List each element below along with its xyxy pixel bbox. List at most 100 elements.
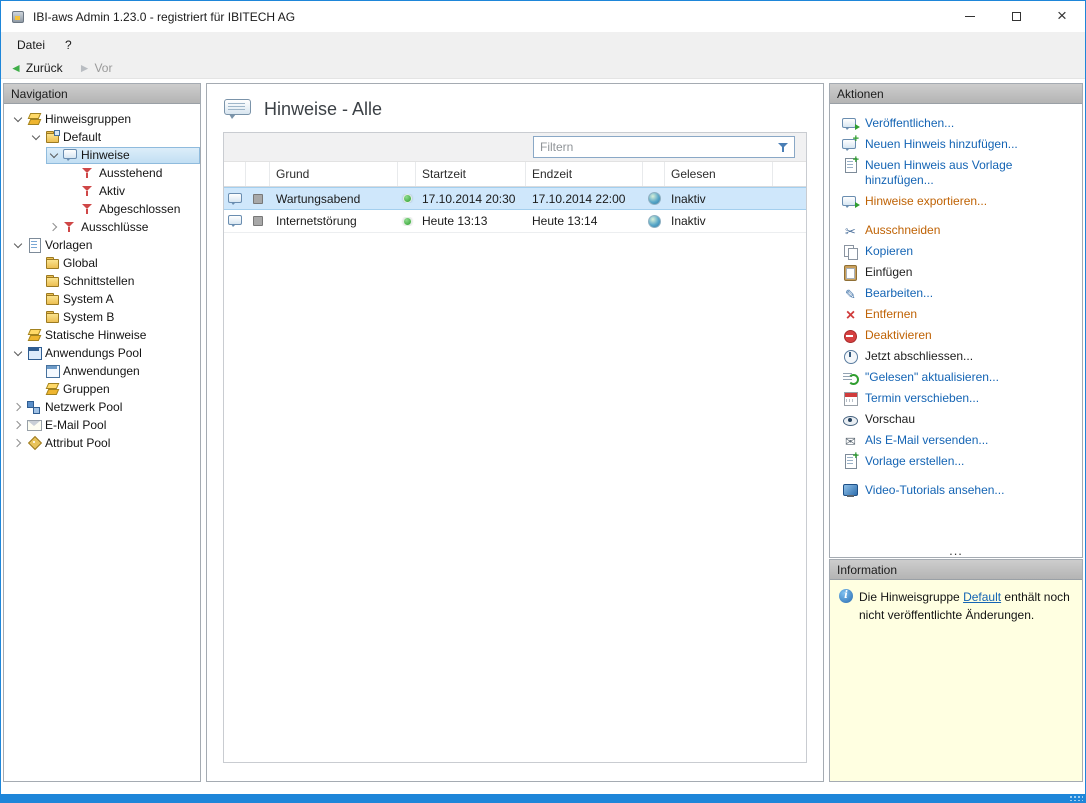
navigation-tree: Hinweisgruppen Default Hinweise Ausstehe… — [4, 104, 200, 781]
column-filler — [773, 162, 806, 186]
groups-icon — [45, 382, 60, 396]
actions-overflow[interactable]: ... — [830, 544, 1082, 557]
filter-input[interactable] — [540, 140, 777, 154]
column-startzeit[interactable]: Startzeit — [416, 162, 526, 186]
nav-item-gruppen[interactable]: Gruppen — [4, 380, 200, 398]
page-title: Hinweise - Alle — [264, 98, 383, 119]
action-entfernen[interactable]: Entfernen — [842, 304, 1070, 325]
notice-group-icon — [45, 130, 60, 144]
expander-expanded-icon[interactable] — [30, 131, 42, 143]
table-header: Grund Startzeit Endzeit Gelesen — [224, 162, 806, 187]
column-gelesen[interactable]: Gelesen — [665, 162, 773, 186]
actions-header: Aktionen — [830, 84, 1082, 104]
information-body: Die Hinweisgruppe Default enthält noch n… — [830, 580, 1082, 781]
nav-item-anwendungen[interactable]: Anwendungen — [4, 362, 200, 380]
back-button[interactable]: Zurück — [6, 61, 67, 75]
nav-item-email-pool[interactable]: E-Mail Pool — [4, 416, 200, 434]
nav-item-system-a[interactable]: System A — [4, 290, 200, 308]
expander-placeholder — [30, 311, 42, 323]
expander-expanded-icon[interactable] — [12, 239, 24, 251]
expander-collapsed-icon[interactable] — [12, 401, 24, 413]
column-status[interactable] — [398, 162, 416, 186]
action-video-tutorials[interactable]: Video-Tutorials ansehen... — [842, 480, 1070, 501]
paste-icon — [842, 265, 859, 281]
action-neuen-hinweis-aus-vorlage[interactable]: Neuen Hinweis aus Vorlage hinzufügen... — [842, 155, 1070, 191]
expander-expanded-icon[interactable] — [12, 113, 24, 125]
nav-item-aktiv[interactable]: Aktiv — [4, 182, 200, 200]
column-grund[interactable]: Grund — [270, 162, 398, 186]
action-ausschneiden[interactable]: Ausschneiden — [842, 220, 1070, 241]
table-empty-area — [224, 233, 806, 762]
close-button[interactable] — [1039, 1, 1085, 32]
action-deaktivieren[interactable]: Deaktivieren — [842, 325, 1070, 346]
expander-placeholder — [30, 257, 42, 269]
nav-item-global[interactable]: Global — [4, 254, 200, 272]
nav-item-statische-hinweise[interactable]: Statische Hinweise — [4, 326, 200, 344]
gelesen-refresh-icon — [647, 192, 661, 205]
content-area: Navigation Hinweisgruppen Default Hinwei… — [1, 79, 1085, 794]
action-bearbeiten[interactable]: Bearbeiten... — [842, 283, 1070, 304]
action-hinweise-exportieren[interactable]: Hinweise exportieren... — [842, 191, 1070, 212]
title-bar: IBI-aws Admin 1.23.0 - registriert für I… — [1, 1, 1085, 32]
action-einfuegen[interactable]: Einfügen — [842, 262, 1070, 283]
forward-button[interactable]: Vor — [75, 61, 117, 75]
table-row-internetstoerung[interactable]: Internetstörung Heute 13:13 Heute 13:14 … — [224, 210, 806, 233]
column-note-type[interactable] — [224, 162, 246, 186]
expander-expanded-icon[interactable] — [48, 149, 60, 161]
status-active-icon — [402, 216, 412, 226]
nav-item-netzwerk-pool[interactable]: Netzwerk Pool — [4, 398, 200, 416]
expander-expanded-icon[interactable] — [12, 347, 24, 359]
nav-item-ausstehend[interactable]: Ausstehend — [4, 164, 200, 182]
expander-collapsed-icon[interactable] — [12, 419, 24, 431]
minimize-button[interactable] — [947, 1, 993, 32]
navigation-header: Navigation — [4, 84, 200, 104]
deactivate-icon — [842, 328, 859, 343]
reschedule-icon — [842, 391, 859, 406]
action-kopieren[interactable]: Kopieren — [842, 241, 1070, 262]
nav-item-schnittstellen[interactable]: Schnittstellen — [4, 272, 200, 290]
action-jetzt-abschliessen[interactable]: Jetzt abschliessen... — [842, 346, 1070, 367]
action-als-email-versenden[interactable]: Als E-Mail versenden... — [842, 430, 1070, 451]
nav-item-vorlagen[interactable]: Vorlagen — [4, 236, 200, 254]
action-gelesen-aktualisieren[interactable]: "Gelesen" aktualisieren... — [842, 367, 1070, 388]
expander-placeholder — [12, 329, 24, 341]
nav-item-system-b[interactable]: System B — [4, 308, 200, 326]
back-label: Zurück — [25, 60, 63, 75]
nav-item-default[interactable]: Default — [4, 128, 200, 146]
column-published-flag[interactable] — [246, 162, 270, 186]
maximize-button[interactable] — [993, 1, 1039, 32]
nav-item-abgeschlossen[interactable]: Abgeschlossen — [4, 200, 200, 218]
add-note-icon — [842, 137, 859, 152]
default-group-link[interactable]: Default — [963, 590, 1001, 604]
cell-endzeit: Heute 13:14 — [532, 214, 598, 228]
column-gelesen-icon[interactable] — [643, 162, 665, 186]
action-veroeffentlichen[interactable]: Veröffentlichen... — [842, 113, 1070, 134]
app-window: IBI-aws Admin 1.23.0 - registriert für I… — [0, 0, 1086, 803]
folder-icon — [45, 292, 60, 306]
note-type-icon — [227, 192, 243, 206]
table-row-wartungsabend[interactable]: Wartungsabend 17.10.2014 20:30 17.10.201… — [224, 187, 806, 210]
expander-collapsed-icon[interactable] — [12, 437, 24, 449]
menu-help[interactable]: ? — [56, 34, 81, 56]
action-vorlage-erstellen[interactable]: Vorlage erstellen... — [842, 451, 1070, 472]
exclusions-filter-icon — [63, 220, 78, 234]
menu-datei[interactable]: Datei — [8, 34, 54, 56]
resize-grip-icon[interactable] — [1069, 795, 1083, 801]
unpublished-flag-icon — [253, 216, 263, 226]
column-endzeit[interactable]: Endzeit — [526, 162, 643, 186]
nav-item-hinweisgruppen[interactable]: Hinweisgruppen — [4, 110, 200, 128]
nav-item-hinweise[interactable]: Hinweise — [4, 146, 200, 164]
filter-funnel-icon[interactable] — [777, 141, 790, 154]
notes-title-icon — [223, 97, 253, 121]
nav-item-ausschluesse[interactable]: Ausschlüsse — [4, 218, 200, 236]
cell-startzeit: Heute 13:13 — [422, 214, 488, 228]
expander-collapsed-icon[interactable] — [48, 221, 60, 233]
nav-item-attribut-pool[interactable]: Attribut Pool — [4, 434, 200, 452]
right-column: Aktionen Veröffentlichen... Neuen Hinwei… — [829, 83, 1083, 782]
nav-item-anwendungs-pool[interactable]: Anwendungs Pool — [4, 344, 200, 362]
action-neuen-hinweis-hinzufuegen[interactable]: Neuen Hinweis hinzufügen... — [842, 134, 1070, 155]
maximize-icon — [1011, 12, 1021, 21]
action-termin-verschieben[interactable]: Termin verschieben... — [842, 388, 1070, 409]
export-notes-icon — [842, 194, 860, 209]
action-vorschau[interactable]: Vorschau — [842, 409, 1070, 430]
